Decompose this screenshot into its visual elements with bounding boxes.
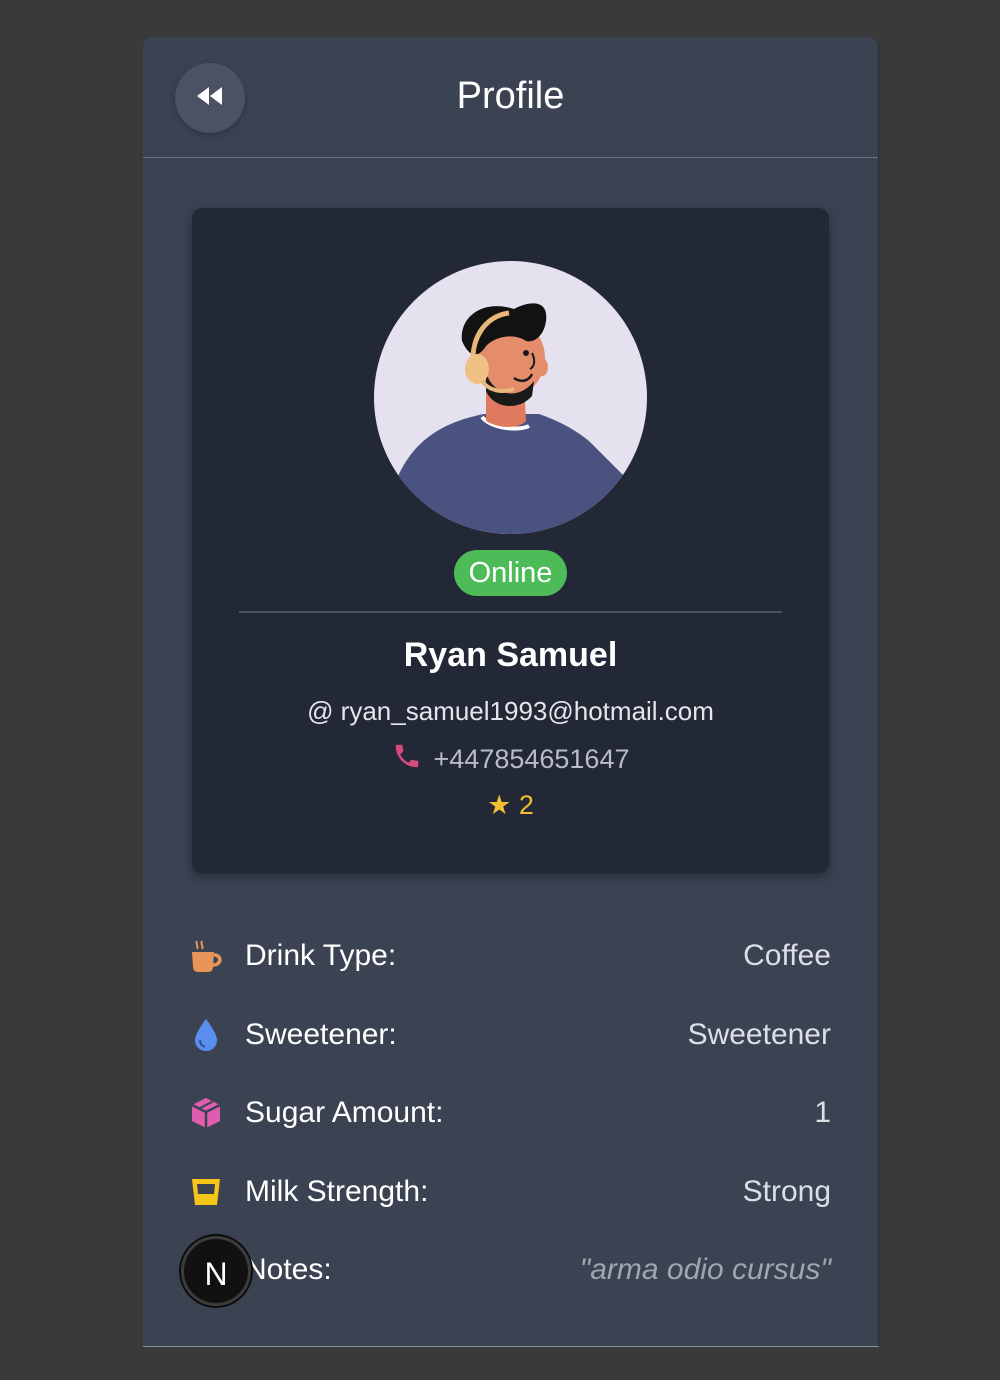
user-phone: +447854651647: [433, 744, 630, 774]
pref-value: Sweetener: [687, 1017, 831, 1051]
divider: [239, 611, 782, 613]
avatar: [374, 261, 647, 534]
phone-icon: [392, 741, 422, 778]
coffee-cup-icon: [188, 938, 224, 974]
user-email: @ ryan_samuel1993@hotmail.com: [307, 696, 714, 726]
profile-screen: Profile Online Ryan Samuel @ ryan_samuel…: [143, 37, 879, 1347]
pref-label: Sugar Amount:: [245, 1096, 444, 1130]
pref-label: Drink Type:: [245, 939, 397, 973]
floating-n-button[interactable]: N: [181, 1236, 251, 1306]
pref-value: 1: [814, 1096, 831, 1130]
phone-row[interactable]: +447854651647: [192, 741, 829, 778]
page-title: Profile: [456, 75, 565, 117]
pref-sugar-amount: Sugar Amount: 1: [188, 1074, 831, 1153]
pref-milk-strength: Milk Strength: Strong: [188, 1153, 831, 1232]
pref-label: Sweetener:: [245, 1017, 397, 1051]
preferences-list: Drink Type: Coffee Sweetener: Sweetener: [188, 917, 831, 1310]
pref-value: Coffee: [743, 939, 831, 973]
status-badge: Online: [454, 550, 567, 596]
pref-label: Notes:: [245, 1253, 332, 1287]
user-name: Ryan Samuel: [403, 636, 618, 674]
cube-icon: [188, 1095, 224, 1131]
user-rating: ★ 2: [487, 790, 534, 820]
pref-value: Strong: [742, 1174, 831, 1208]
glass-icon: [188, 1174, 224, 1210]
pref-label: Milk Strength:: [245, 1174, 429, 1208]
pref-notes: Notes: "arma odio cursus": [188, 1231, 831, 1310]
pref-value: "arma odio cursus": [579, 1253, 831, 1287]
droplet-icon: [188, 1017, 224, 1053]
header-bar: Profile: [143, 37, 878, 158]
pref-sweetener: Sweetener: Sweetener: [188, 996, 831, 1075]
profile-card: Online Ryan Samuel @ ryan_samuel1993@hot…: [192, 208, 829, 873]
pref-drink-type: Drink Type: Coffee: [188, 917, 831, 996]
